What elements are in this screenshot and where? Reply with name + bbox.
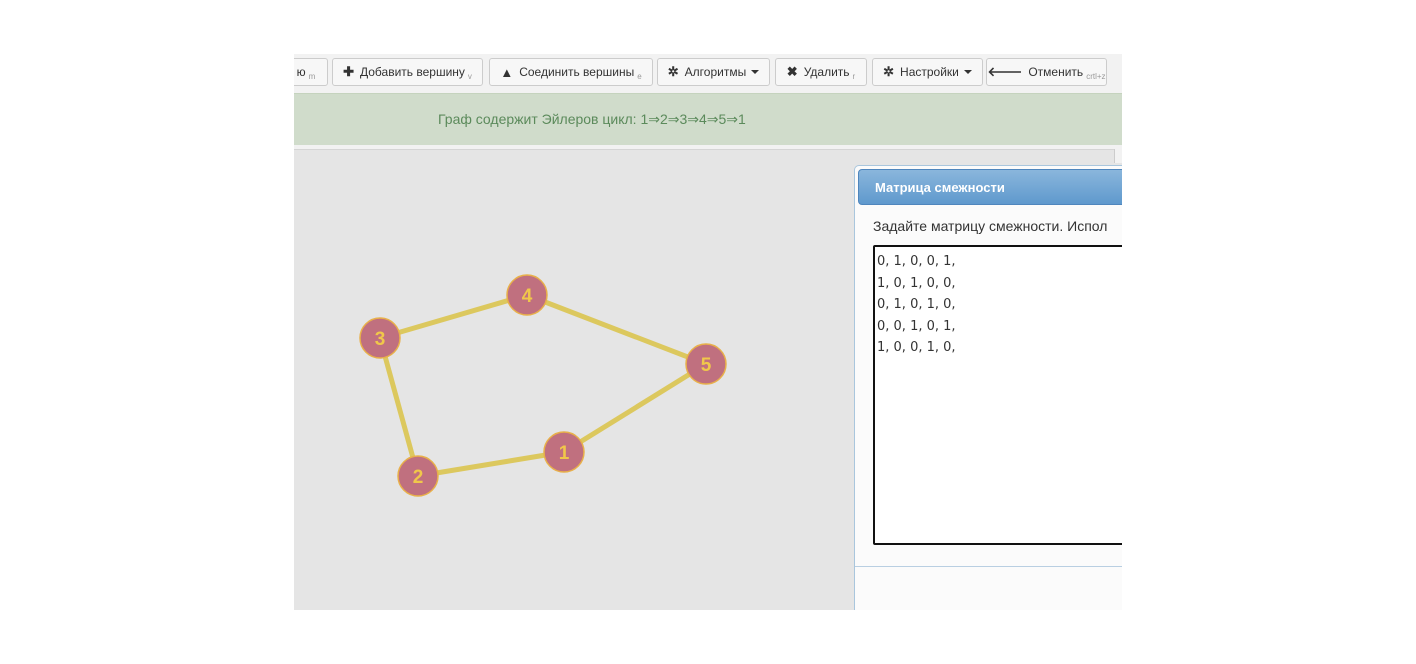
connect-vertices-button[interactable]: ▲ Соединить вершины e bbox=[489, 58, 653, 86]
graph-edge-1-2[interactable] bbox=[417, 449, 565, 479]
vertex-label: 1 bbox=[559, 443, 570, 464]
add-vertex-label: Добавить вершину bbox=[359, 65, 465, 79]
graph-edge-2-3[interactable] bbox=[377, 337, 421, 477]
dialog-description: Задайте матрицу смежности. Испол bbox=[873, 218, 1108, 234]
connect-vertices-label: Соединить вершины bbox=[519, 65, 635, 79]
add-vertex-button[interactable]: ✚ Добавить вершину v bbox=[332, 58, 483, 86]
plus-icon: ✚ bbox=[343, 64, 354, 79]
undo-hotkey: crtl+z bbox=[1086, 71, 1106, 81]
settings-dropdown-button[interactable]: ✲ Настройки bbox=[872, 58, 983, 86]
graph-vertex-5[interactable]: 5 bbox=[685, 343, 727, 385]
alert-message: Граф содержит Эйлеров цикл: 1⇒2⇒3⇒4⇒5⇒1 bbox=[438, 111, 746, 127]
graph-vertex-2[interactable]: 2 bbox=[397, 455, 439, 497]
arrow-left-icon: 🡐 bbox=[987, 64, 1023, 79]
gear-icon: ✲ bbox=[883, 64, 895, 79]
graph-edge-4-5[interactable] bbox=[526, 292, 707, 367]
euler-cycle-alert: Граф содержит Эйлеров цикл: 1⇒2⇒3⇒4⇒5⇒1 bbox=[294, 93, 1122, 145]
connect-vertices-hotkey: e bbox=[637, 71, 642, 81]
adjacency-matrix-input[interactable] bbox=[873, 245, 1122, 545]
vertex-label: 4 bbox=[522, 286, 533, 307]
algorithms-label: Алгоритмы bbox=[684, 65, 747, 79]
toolbar: ю m ✚ Добавить вершину v ▲ Соединить вер… bbox=[294, 54, 1122, 93]
graph-vertex-1[interactable]: 1 bbox=[543, 431, 585, 473]
vertex-label: 2 bbox=[413, 467, 424, 488]
vertex-label: 3 bbox=[375, 329, 386, 350]
algorithms-dropdown-button[interactable]: ✲ Алгоритмы bbox=[657, 58, 770, 86]
vertex-label: 5 bbox=[701, 355, 712, 376]
adjacency-matrix-dialog: Матрица смежности Задайте матрицу смежно… bbox=[854, 165, 1122, 610]
delete-label: Удалить bbox=[803, 65, 850, 79]
chevron-down-icon bbox=[963, 70, 972, 74]
add-vertex-hotkey: v bbox=[467, 71, 472, 81]
graph-vertex-4[interactable]: 4 bbox=[506, 274, 548, 316]
dialog-divider bbox=[855, 566, 1122, 567]
delete-button[interactable]: ✖ Удалить r bbox=[775, 58, 867, 86]
graph-editor-window: ю m ✚ Добавить вершину v ▲ Соединить вер… bbox=[294, 54, 1122, 610]
partial-button-label: ю bbox=[296, 65, 306, 79]
gear-icon: ✲ bbox=[667, 64, 679, 79]
undo-button[interactable]: 🡐 Отменить crtl+z bbox=[986, 58, 1107, 86]
graph-edge-5-1[interactable] bbox=[562, 361, 708, 455]
delete-hotkey: r bbox=[852, 71, 856, 81]
canvas-scrollbar[interactable] bbox=[1114, 149, 1122, 163]
partial-toolbar-button[interactable]: ю m bbox=[294, 58, 328, 86]
partial-button-hotkey: m bbox=[308, 71, 316, 81]
dialog-title-bar[interactable]: Матрица смежности bbox=[858, 169, 1122, 205]
graph-edge-3-4[interactable] bbox=[379, 292, 528, 341]
chevron-down-icon bbox=[751, 70, 760, 74]
undo-label: Отменить bbox=[1028, 65, 1084, 79]
close-icon: ✖ bbox=[786, 64, 798, 79]
settings-label: Настройки bbox=[900, 65, 959, 79]
dialog-title: Матрица смежности bbox=[875, 180, 1005, 195]
road-icon: ▲ bbox=[500, 64, 514, 80]
graph-vertex-3[interactable]: 3 bbox=[359, 317, 401, 359]
